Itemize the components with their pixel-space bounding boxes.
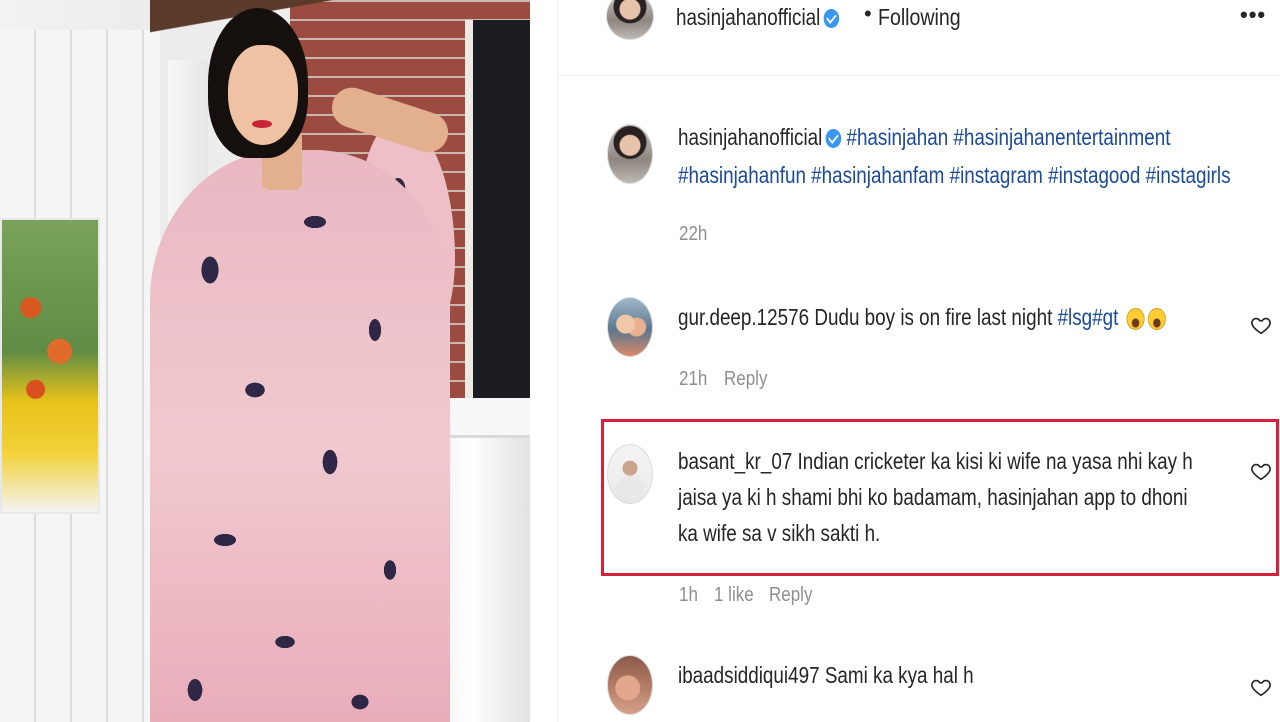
comments-panel: hasinjahanofficial • Following ••• hasin… [557,0,1280,722]
grinning-face-emoji-icon [1126,307,1145,330]
like-heart-icon[interactable] [1250,460,1272,482]
author-username[interactable]: hasinjahanofficial [676,4,840,31]
caption-username[interactable]: hasinjahanofficial [678,124,822,150]
post-photo [0,0,530,722]
comment-username[interactable]: basant_kr_07 [678,448,792,474]
more-options-icon[interactable]: ••• [1240,2,1266,28]
like-heart-icon[interactable] [1250,314,1272,336]
author-avatar[interactable] [606,0,654,40]
comment-ibaad-text: ibaadsiddiqui497 Sami ka kya hal h [678,658,974,693]
post-header: hasinjahanofficial • Following ••• [558,0,1280,76]
commenter-avatar[interactable] [607,297,653,357]
caption-verified-badge-icon [825,129,842,149]
comment-body: Indian cricketer ka kisi ki wife na yasa… [797,448,1193,474]
photo-window [465,20,530,400]
commenter-avatar[interactable] [607,655,653,715]
comment-hashtags[interactable]: #lsg#gt [1058,304,1119,330]
caption-hashtags-1[interactable]: #hasinjahan #hasinjahanentertainment [846,124,1170,150]
photo-lips [252,120,272,128]
like-heart-icon[interactable] [1250,676,1272,698]
comment-timestamp[interactable]: 1h [679,584,698,607]
header-separator: • [864,1,872,26]
reply-button[interactable]: Reply [769,584,812,607]
photo-flowers [0,218,100,514]
comment-body: Sami ka kya hal h [824,662,974,688]
comment-basant-line-2: jaisa ya ki h shami bhi ko badamam, hasi… [678,484,1188,510]
verified-badge-icon [823,9,840,29]
caption-timestamp[interactable]: 22h [679,223,707,246]
comment-username[interactable]: ibaadsiddiqui497 [678,662,820,688]
caption-author-avatar[interactable] [607,124,653,184]
comment-username[interactable]: gur.deep.12576 [678,304,809,330]
commenter-avatar[interactable] [607,444,653,504]
caption-hashtags-2[interactable]: #hasinjahanfun #hasinjahanfam #instagram… [678,162,1231,188]
author-username-text[interactable]: hasinjahanofficial [676,4,820,30]
grinning-face-emoji-icon [1148,307,1167,330]
like-count[interactable]: 1 like [714,584,754,607]
caption-line-1: hasinjahanofficial #hasinjahan #hasinjah… [678,120,1170,155]
following-button[interactable]: Following [878,4,961,31]
comment-basant-line-1: basant_kr_07 Indian cricketer ka kisi ki… [678,444,1193,479]
reply-button[interactable]: Reply [724,368,767,391]
comment-body: Dudu boy is on fire last night [814,304,1058,330]
comment-gur-text: gur.deep.12576 Dudu boy is on fire last … [678,300,1167,335]
caption-line-2: #hasinjahanfun #hasinjahanfam #instagram… [678,158,1231,193]
comment-basant-line-3: ka wife sa v sikh sakti h. [678,520,881,546]
photo-face [228,45,298,145]
comment-timestamp[interactable]: 21h [679,368,707,391]
photo-dress [150,150,450,722]
